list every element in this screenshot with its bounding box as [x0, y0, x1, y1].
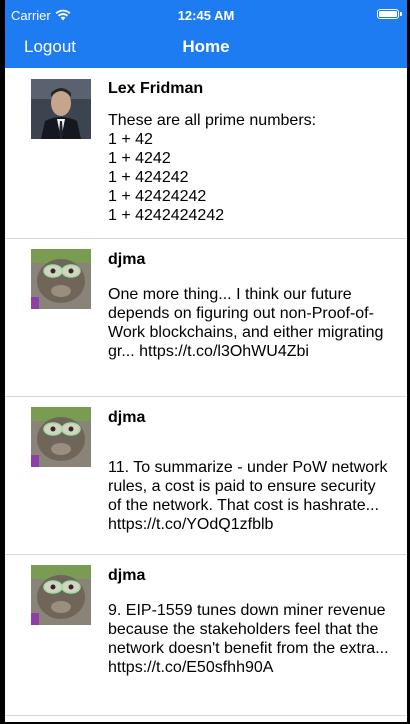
tweet-list[interactable]: Lex Fridman These are all prime numbers:… — [5, 68, 407, 716]
tweet-text: 11. To summarize - under PoW network rul… — [108, 459, 388, 533]
page-title: Home — [182, 37, 230, 56]
tweet-author: djma — [108, 409, 146, 426]
avatar[interactable] — [31, 407, 91, 467]
status-bar: Carrier 12:45 AM — [5, 0, 407, 30]
tweet-text: 9. EIP-1559 tunes down miner revenue bec… — [108, 602, 389, 676]
tweet-author: Lex Fridman — [108, 80, 204, 97]
tweet-author: djma — [108, 251, 146, 268]
tweet-cell[interactable]: djma 11. To summarize - under PoW networ… — [5, 397, 407, 555]
avatar[interactable] — [31, 249, 91, 309]
tweet-cell[interactable]: djma 9. EIP-1559 tunes down miner revenu… — [5, 555, 407, 716]
avatar[interactable] — [31, 565, 91, 625]
tweet-cell[interactable]: Lex Fridman These are all prime numbers:… — [5, 68, 407, 239]
nav-bar: Carrier 12:45 AM Logout Home — [5, 0, 407, 68]
tweet-text: These are all prime numbers: 1 + 42 1 + … — [108, 112, 317, 224]
battery-icon — [377, 9, 402, 19]
home-screen: Carrier 12:45 AM Logout Home Lex Fridman… — [5, 0, 407, 722]
tweet-text: One more thing... I think our future dep… — [108, 286, 384, 360]
tweet-author: djma — [108, 567, 146, 584]
tweet-cell[interactable]: djma One more thing... I think our futur… — [5, 239, 407, 397]
avatar[interactable] — [31, 79, 91, 139]
status-time: 12:45 AM — [177, 8, 235, 23]
